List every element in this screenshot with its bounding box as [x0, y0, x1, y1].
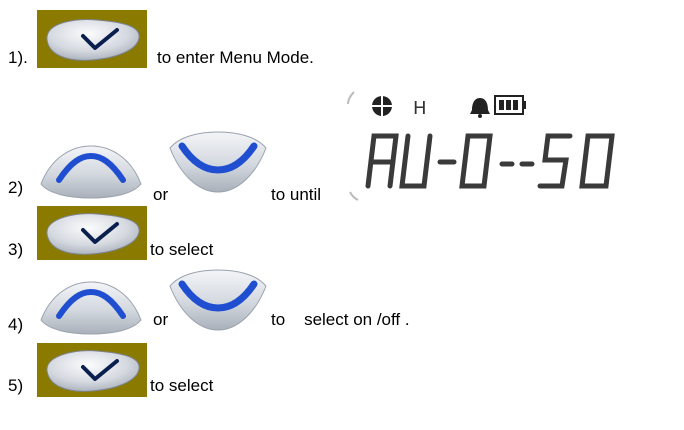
step3-text: to select: [150, 240, 214, 259]
step3-number: 3): [8, 240, 24, 259]
step1-text: to enter Menu Mode.: [157, 48, 314, 67]
step4-number: 4): [8, 315, 24, 334]
lcd-main-segments: [365, 133, 615, 189]
check-button-icon: [37, 10, 147, 68]
up-arrow-button-icon: [40, 281, 142, 335]
up-button-step4: [37, 276, 145, 336]
confirm-button-step5: [37, 343, 147, 397]
step2-number: 2): [8, 178, 24, 197]
down-arrow-button-icon: [169, 131, 267, 193]
step4-text: to select on /off .: [271, 310, 410, 329]
lcd-display: H: [340, 86, 680, 209]
crosshair-icon: [370, 94, 394, 118]
step1-number: 1).: [8, 48, 28, 67]
down-arrow-button-icon: [169, 269, 267, 331]
confirm-button-step1: [37, 10, 147, 68]
check-button-icon: [37, 206, 147, 260]
check-button-icon: [37, 343, 147, 397]
step5-text: to select: [150, 376, 214, 395]
battery-icon: [494, 95, 526, 115]
lcd-indicator: H: [413, 98, 427, 119]
bell-icon: [470, 98, 490, 118]
up-button-step2: [37, 140, 145, 200]
down-button-step4: [166, 266, 270, 336]
down-button-step2: [166, 128, 270, 198]
step2-text: to until: [271, 185, 322, 204]
up-arrow-button-icon: [40, 145, 142, 199]
step5-number: 5): [8, 376, 24, 395]
confirm-button-step3: [37, 206, 147, 260]
